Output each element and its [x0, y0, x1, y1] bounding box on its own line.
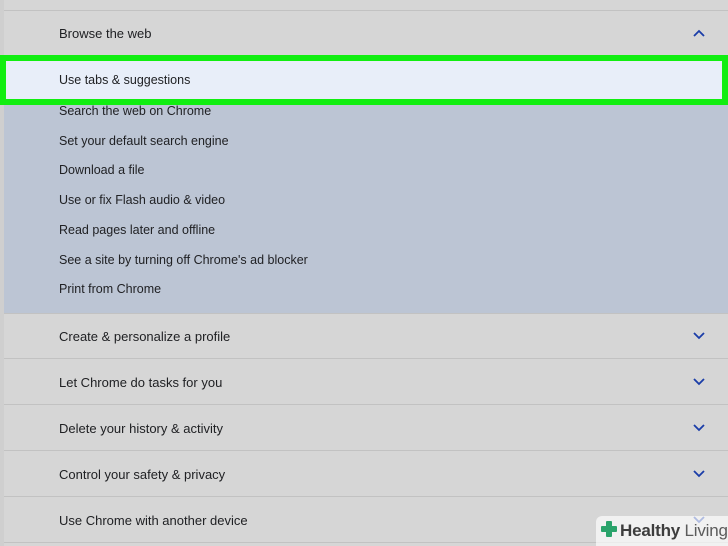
article-link-print[interactable]: Print from Chrome: [59, 280, 161, 298]
plus-icon: [600, 520, 618, 543]
section-chrome-tasks[interactable]: Let Chrome do tasks for you: [4, 360, 728, 405]
section-title: Control your safety & privacy: [59, 467, 226, 482]
section-title: Create & personalize a profile: [59, 329, 231, 344]
section-title: Delete your history & activity: [59, 421, 224, 436]
section-title: Use Chrome with another device: [59, 513, 248, 528]
section-safety-privacy[interactable]: Control your safety & privacy: [4, 452, 728, 497]
chevron-up-icon[interactable]: [690, 24, 708, 42]
chevron-down-icon[interactable]: [690, 465, 708, 483]
section-create-profile[interactable]: Create & personalize a profile: [4, 314, 728, 359]
section-delete-history[interactable]: Delete your history & activity: [4, 406, 728, 451]
previous-section-divider: [4, 0, 728, 11]
chevron-down-icon[interactable]: [690, 373, 708, 391]
section-title: Let Chrome do tasks for you: [59, 375, 223, 390]
section-browse-the-web[interactable]: Browse the web: [4, 11, 728, 56]
article-link-ad-blocker[interactable]: See a site by turning off Chrome's ad bl…: [59, 251, 308, 269]
chevron-down-icon[interactable]: [690, 327, 708, 345]
article-link-default-search-engine[interactable]: Set your default search engine: [59, 132, 229, 150]
article-link-download-file[interactable]: Download a file: [59, 161, 144, 179]
section-title: Browse the web: [59, 26, 152, 41]
highlighted-article-tabs-suggestions[interactable]: Use tabs & suggestions: [0, 55, 728, 105]
chevron-down-icon[interactable]: [690, 419, 708, 437]
article-link-tabs-suggestions[interactable]: Use tabs & suggestions: [59, 71, 190, 89]
article-link-read-later[interactable]: Read pages later and offline: [59, 221, 215, 239]
watermark-text: Healthy Living: [620, 521, 728, 540]
healthy-living-watermark: Healthy Living: [596, 516, 728, 546]
article-link-flash[interactable]: Use or fix Flash audio & video: [59, 191, 225, 209]
